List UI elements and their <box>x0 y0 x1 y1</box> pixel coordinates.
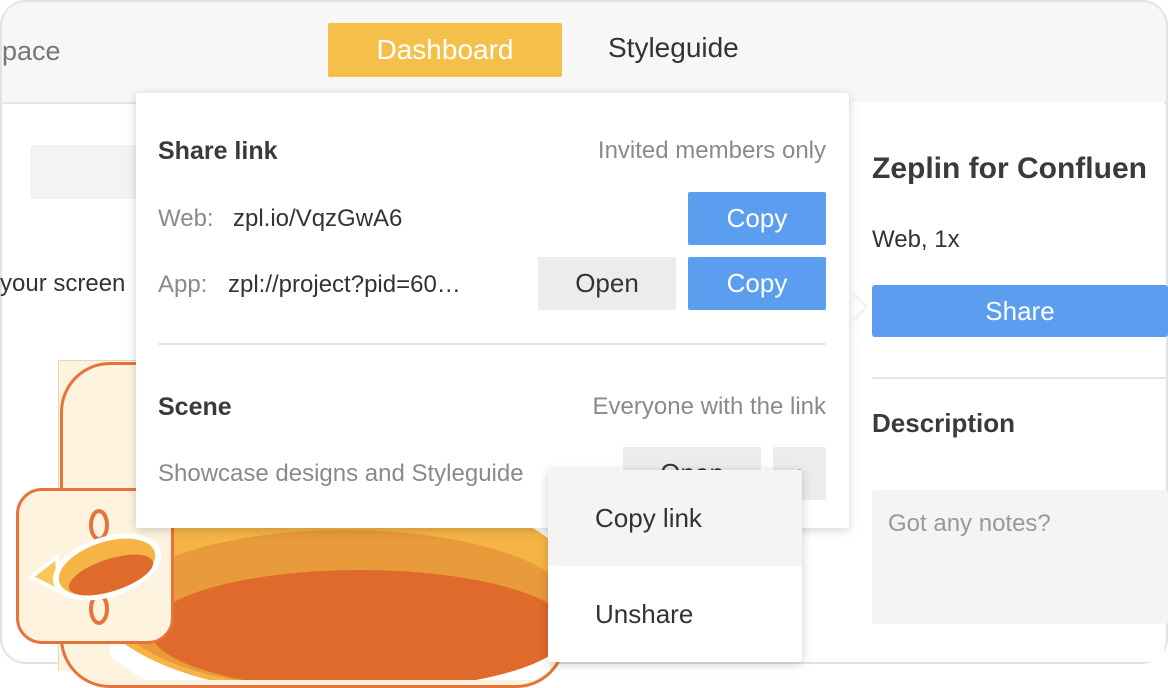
scene-options-menu: Copy link Unshare <box>548 470 802 662</box>
project-title: Zeplin for Confluen <box>872 152 1147 185</box>
copy-app-link-button[interactable]: Copy <box>688 257 826 310</box>
share-link-title: Share link <box>158 137 278 165</box>
notes-placeholder: Got any notes? <box>888 510 1051 537</box>
tab-dashboard[interactable]: Dashboard <box>328 23 562 77</box>
scene-access: Everyone with the link <box>592 393 826 420</box>
background-search-field[interactable] <box>30 145 140 199</box>
share-popover: Share link Invited members only Web: zpl… <box>136 93 849 528</box>
scene-title: Scene <box>158 393 232 421</box>
top-navigation-bar: pace Dashboard Styleguide <box>2 2 1166 104</box>
web-link-value: zpl.io/VqzGwA6 <box>233 205 403 232</box>
menu-item-unshare[interactable]: Unshare <box>548 566 802 662</box>
scene-description: Showcase designs and Styleguide <box>158 460 524 487</box>
background-screens-text: your screen <box>0 270 126 297</box>
sidebar-divider <box>872 377 1168 379</box>
menu-item-copy-link[interactable]: Copy link <box>548 470 802 566</box>
project-platform: Web, 1x <box>872 226 960 253</box>
tab-styleguide[interactable]: Styleguide <box>608 32 739 64</box>
share-button[interactable]: Share <box>872 285 1168 337</box>
app-link-label: App: <box>158 271 208 298</box>
web-link-label: Web: <box>158 205 214 232</box>
notes-textarea[interactable]: Got any notes? <box>872 490 1168 624</box>
popover-divider <box>158 343 826 345</box>
workspace-link[interactable]: pace <box>2 36 61 67</box>
open-app-link-button[interactable]: Open <box>538 257 676 310</box>
description-label: Description <box>872 408 1016 438</box>
copy-web-link-button[interactable]: Copy <box>688 192 826 245</box>
share-link-access: Invited members only <box>597 137 826 164</box>
app-link-value: zpl://project?pid=60… <box>228 271 461 298</box>
